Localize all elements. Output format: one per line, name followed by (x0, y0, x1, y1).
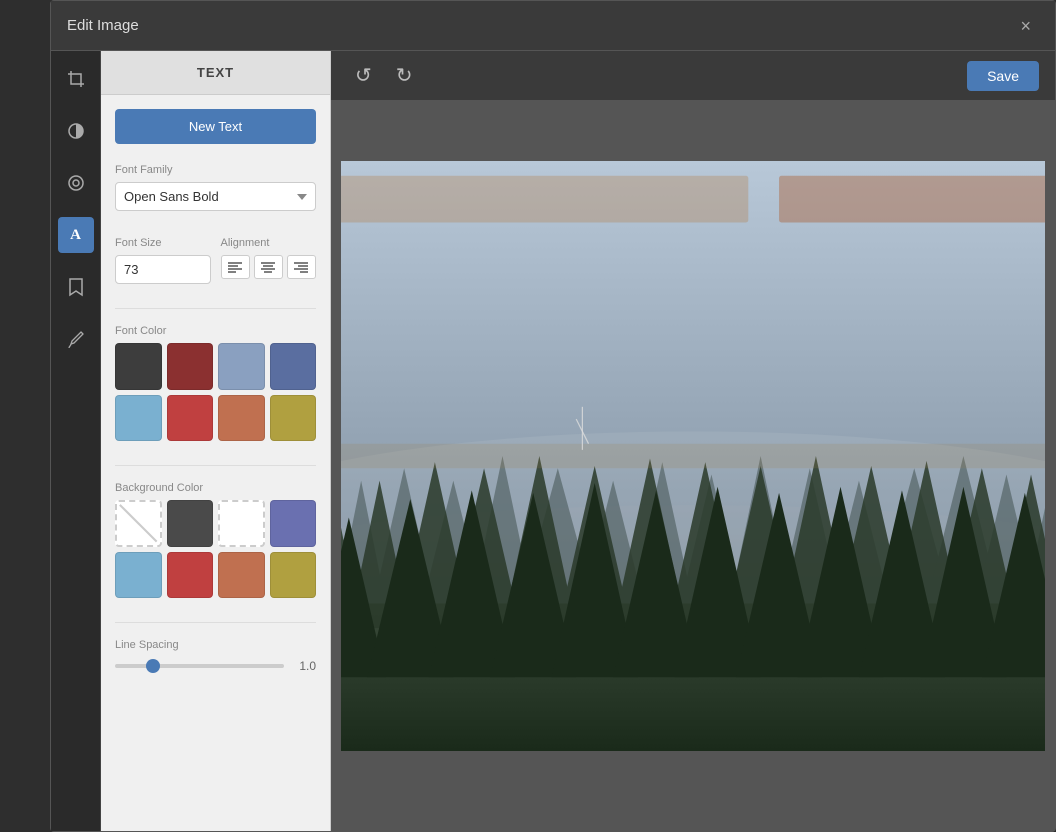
bg-color-label: Background Color (115, 482, 316, 494)
color-swatch-blue[interactable] (270, 343, 317, 390)
edit-image-modal: Edit Image × (50, 0, 1056, 832)
bookmark-icon-btn[interactable] (58, 269, 94, 305)
left-sidebar: A (51, 51, 101, 831)
crop-icon-btn[interactable] (58, 61, 94, 97)
save-button[interactable]: Save (967, 61, 1039, 91)
bg-color-sky[interactable] (115, 552, 162, 599)
font-size-label: Font Size (115, 237, 211, 249)
bg-color-transparent2[interactable] (218, 500, 265, 547)
modal-body: A TEXT New Text (51, 51, 1055, 831)
canvas-wrapper: ↺ ↻ Save (331, 51, 1055, 831)
font-size-alignment-section: Font Size Alignment (101, 225, 330, 298)
close-button[interactable]: × (1012, 13, 1039, 39)
font-color-label: Font Color (115, 325, 316, 337)
canvas-toolbar: ↺ ↻ Save (331, 51, 1055, 101)
bg-color-dark[interactable] (167, 500, 214, 547)
divider-3 (115, 622, 316, 623)
line-spacing-value: 1.0 (292, 659, 316, 673)
redo-button[interactable]: ↻ (388, 62, 421, 90)
alignment-label: Alignment (221, 237, 317, 249)
color-swatch-olive[interactable] (270, 395, 317, 442)
panel-header: TEXT (101, 51, 330, 95)
color-swatch-salmon[interactable] (218, 395, 265, 442)
modal-header: Edit Image × (51, 1, 1055, 51)
undo-button[interactable]: ↺ (347, 62, 380, 90)
line-spacing-label: Line Spacing (115, 639, 316, 651)
font-family-section: Font Family Open Sans Bold Arial Times N… (101, 158, 330, 225)
font-family-label: Font Family (115, 164, 316, 176)
color-swatch-dark[interactable] (115, 343, 162, 390)
color-swatch-lightblue[interactable] (218, 343, 265, 390)
font-color-grid (115, 343, 316, 441)
text-icon-btn[interactable]: A (58, 217, 94, 253)
bg-color-red[interactable] (167, 552, 214, 599)
line-spacing-slider[interactable] (115, 664, 284, 668)
paint-icon-btn[interactable] (58, 321, 94, 357)
align-left-button[interactable] (221, 255, 250, 279)
canvas-area[interactable] (331, 101, 1055, 831)
divider-1 (115, 308, 316, 309)
text-panel: TEXT New Text Font Family Open Sans Bold… (101, 51, 331, 831)
image-container (341, 161, 1045, 751)
bg-color-olive[interactable] (270, 552, 317, 599)
color-swatch-sky[interactable] (115, 395, 162, 442)
font-family-select[interactable]: Open Sans Bold Arial Times New Roman Geo… (115, 182, 316, 211)
bg-color-grid (115, 500, 316, 598)
font-size-input[interactable] (115, 255, 211, 284)
line-spacing-section: Line Spacing 1.0 (101, 633, 330, 687)
filter-icon-btn[interactable] (58, 113, 94, 149)
font-color-section: Font Color (101, 319, 330, 455)
bg-color-section: Background Color (101, 476, 330, 612)
align-center-button[interactable] (254, 255, 283, 279)
forest-image (341, 161, 1045, 751)
bg-color-purple[interactable] (270, 500, 317, 547)
text-icon: A (70, 227, 81, 244)
modal-title: Edit Image (67, 17, 139, 34)
divider-2 (115, 465, 316, 466)
adjust-icon-btn[interactable] (58, 165, 94, 201)
align-right-button[interactable] (287, 255, 316, 279)
bg-color-transparent[interactable] (115, 500, 162, 547)
color-swatch-darkred[interactable] (167, 343, 214, 390)
modal-overlay: Edit Image × (0, 0, 1056, 832)
alignment-buttons (221, 255, 317, 279)
bg-color-salmon[interactable] (218, 552, 265, 599)
color-swatch-red[interactable] (167, 395, 214, 442)
new-text-button[interactable]: New Text (115, 109, 316, 144)
